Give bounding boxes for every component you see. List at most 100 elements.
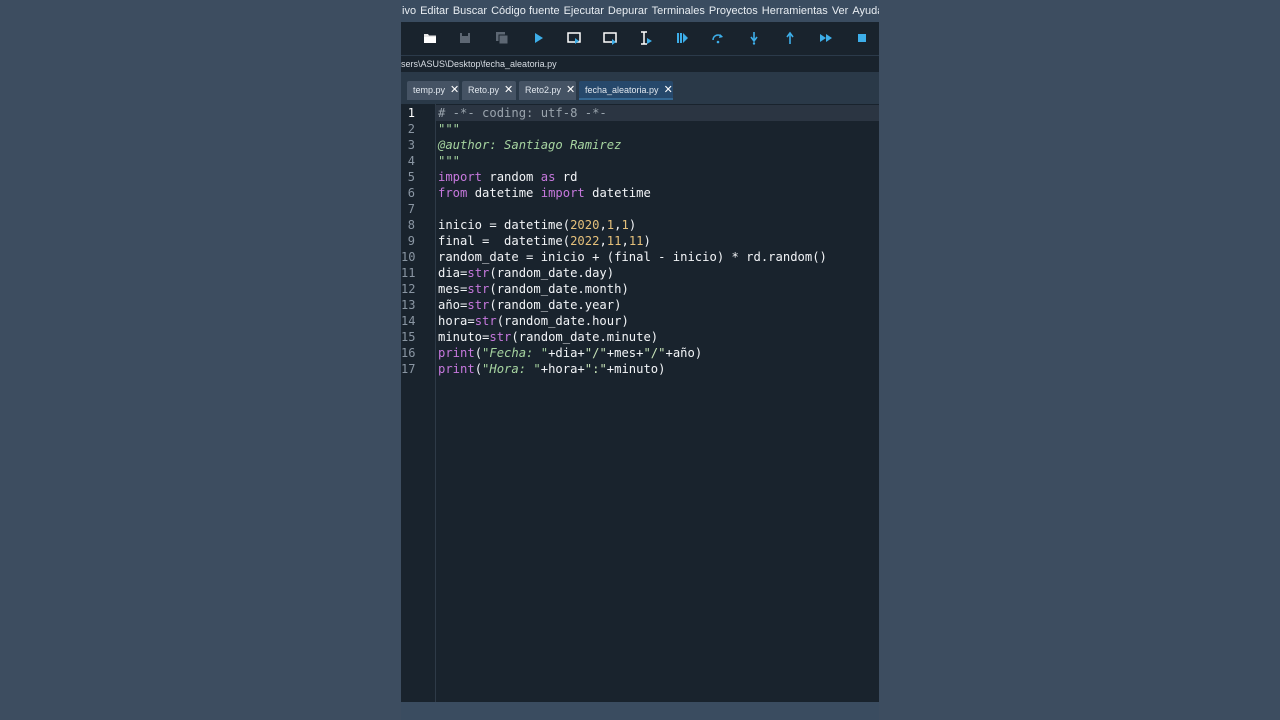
code-text: , [599,218,607,232]
tab-label: Reto2.py [525,85,562,95]
code-line: @author: Santiago Ramirez [438,137,621,153]
string: "Fecha: " [482,346,549,360]
builtin: str [489,330,512,344]
line-number: 12 [401,282,416,296]
menu-edit[interactable]: Editar [418,5,451,17]
open-folder-icon[interactable] [422,30,438,46]
code-text: +dia+ [548,346,585,360]
background-right [879,0,1280,720]
step-return-icon[interactable] [782,30,798,46]
run-cell-advance-icon[interactable] [602,30,618,46]
keyword: import [438,170,483,184]
number: 2020 [570,218,600,232]
docstring: @author: Santiago Ramirez [438,138,622,152]
code-text: (random_date.hour) [496,314,629,328]
close-icon[interactable]: ✕ [450,81,459,100]
code-text: inicio = datetime( [438,218,571,232]
line-number: 8 [407,218,415,232]
builtin: str [467,266,490,280]
line-number: 13 [401,298,416,312]
code-text: año= [438,298,468,312]
save-all-icon[interactable] [494,30,510,46]
line-number: 15 [401,330,416,344]
tab-label: fecha_aleatoria.py [585,85,659,95]
code-text: +minuto) [606,362,666,376]
number: 1 [621,218,629,232]
code-line: # -*- coding: utf-8 -*- [438,105,607,121]
line-number: 1 [407,106,415,120]
comment: # -*- coding: utf-8 -*- [438,106,607,120]
code-line: import random as rd [438,169,577,185]
close-icon[interactable]: ✕ [664,81,673,100]
line-number: 6 [407,186,415,200]
code-text: ) [643,234,651,248]
string: "/" [643,346,666,360]
continue-icon[interactable] [818,30,834,46]
step-over-icon[interactable] [710,30,726,46]
editor-tab-bar: temp.py ✕ Reto.py ✕ Reto2.py ✕ fecha_aleato… [401,72,879,104]
code-line: hora=str(random_date.hour) [438,313,629,329]
code-text: +año) [665,346,703,360]
code-text: dia= [438,266,468,280]
code-text: datetime [467,186,541,200]
code-line: from datetime import datetime [438,185,651,201]
run-selection-icon[interactable] [638,30,654,46]
code-line: random_date = inicio + (final - inicio) … [438,249,827,265]
line-number: 16 [401,346,416,360]
close-icon[interactable]: ✕ [566,81,575,100]
code-line: print("Fecha: "+dia+"/"+mes+"/"+año) [438,345,702,361]
string: "Hora: " [482,362,541,376]
code-editor[interactable]: 1 2 3 4 5 6 7 8 9 10 11 12 13 14 15 16 1… [401,104,879,702]
line-number: 5 [407,170,415,184]
docstring: """ [438,122,461,136]
tab-reto[interactable]: Reto.py ✕ [462,81,516,100]
code-text: minuto= [438,330,490,344]
code-line: """ [438,153,460,169]
tab-label: Reto.py [468,85,500,95]
tab-reto2[interactable]: Reto2.py ✕ [519,81,576,100]
background-left [0,0,401,720]
run-icon[interactable] [530,30,546,46]
menu-help[interactable]: Ayuda [850,5,879,17]
menu-tools[interactable]: Herramientas [760,5,830,17]
code-text: ( [474,362,483,376]
stop-icon[interactable] [854,30,870,46]
debug-icon[interactable] [674,30,690,46]
code-text: (random_date.month) [489,282,629,296]
menu-search[interactable]: Buscar [451,5,489,17]
menu-run[interactable]: Ejecutar [562,5,606,17]
code-text: rd [555,170,578,184]
tab-temp[interactable]: temp.py ✕ [407,81,459,100]
menu-source[interactable]: Código fuente [489,5,562,17]
code-text: ( [474,346,483,360]
menu-view[interactable]: Ver [830,5,851,17]
run-cell-icon[interactable] [566,30,582,46]
code-text: datetime [584,186,651,200]
line-number: 14 [401,314,416,328]
code-line: inicio = datetime(2020,1,1) [438,217,636,233]
docstring: """ [438,154,461,168]
line-number: 10 [401,250,416,264]
menu-bar: ivo Editar Buscar Código fuente Ejecutar… [401,0,879,22]
menu-projects[interactable]: Proyectos [707,5,760,17]
line-number: 11 [401,266,416,280]
tab-fecha-aleatoria[interactable]: fecha_aleatoria.py ✕ [579,81,673,100]
file-path-bar: sers\ASUS\Desktop\fecha_aleatoria.py [401,55,879,72]
code-text: , [599,234,607,248]
menu-file[interactable]: ivo [401,5,418,17]
line-number: 17 [401,362,416,376]
step-into-icon[interactable] [746,30,762,46]
close-icon[interactable]: ✕ [504,81,513,100]
code-text: (random_date.minute) [511,330,659,344]
string: ":" [584,362,607,376]
builtin: str [474,314,497,328]
code-line: minuto=str(random_date.minute) [438,329,658,345]
code-line: print("Hora: "+hora+":"+minuto) [438,361,665,377]
code-line: mes=str(random_date.month) [438,281,629,297]
save-icon[interactable] [457,30,473,46]
menu-consoles[interactable]: Terminales [650,5,707,17]
line-number: 4 [407,154,415,168]
number: 2022 [570,234,600,248]
menu-debug[interactable]: Depurar [606,5,650,17]
file-path: sers\ASUS\Desktop\fecha_aleatoria.py [401,59,557,69]
